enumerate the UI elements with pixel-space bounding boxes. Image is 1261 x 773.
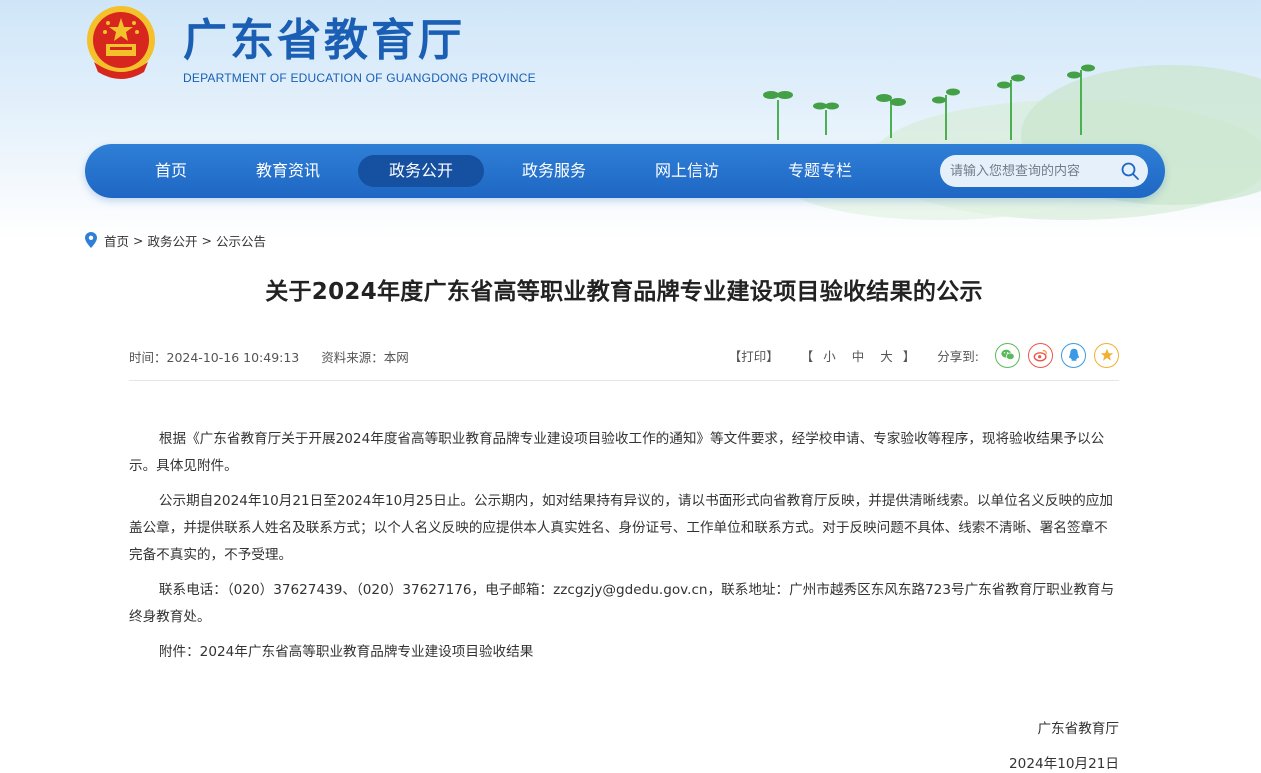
font-size-large-button[interactable]: 大 (880, 349, 893, 364)
breadcrumb-announcements-link[interactable]: 公示公告 (216, 231, 266, 250)
font-size-controls: 【 小 中 大 】 (801, 346, 916, 365)
article-paragraph: 根据《广东省教育厅关于开展2024年度省高等职业教育品牌专业建设项目验收工作的通… (129, 431, 1105, 474)
breadcrumb-separator: > (133, 232, 144, 248)
font-size-bracket-close: 】 (902, 348, 916, 364)
breadcrumb: 首页 > 政务公开 > 公示公告 (85, 231, 266, 249)
weibo-icon[interactable] (1028, 342, 1053, 368)
article-meta: 时间：2024-10-16 10:49:13 资料来源：本网 【打印】 【 小 … (129, 340, 1119, 381)
signature-organization: 广东省教育厅 (1037, 721, 1119, 737)
signature-date: 2024年10月21日 (1009, 756, 1119, 772)
search-icon[interactable] (1120, 161, 1140, 181)
favorite-star-icon[interactable] (1094, 342, 1119, 368)
national-emblem-icon (87, 6, 155, 79)
font-size-bracket-open: 【 (800, 348, 814, 364)
source: 资料来源：本网 (321, 350, 409, 365)
font-size-medium-button[interactable]: 中 (852, 349, 865, 364)
header-banner: 广东省教育厅 DEPARTMENT OF EDUCATION OF GUANGD… (0, 0, 1261, 240)
publish-time: 时间：2024-10-16 10:49:13 (129, 350, 300, 365)
location-pin-icon (85, 232, 97, 248)
font-size-small-button[interactable]: 小 (823, 349, 836, 364)
article-signature: 广东省教育厅 2024年10月21日 (1009, 716, 1119, 773)
site-title: 广东省教育厅 (183, 15, 465, 66)
share-label: 分享到: (937, 348, 979, 364)
article-paragraph: 联系电话：（020）37627439、（020）37627176，电子邮箱：zz… (129, 582, 1115, 625)
nav-item-special-topics[interactable]: 专题专栏 (757, 155, 883, 187)
site-subtitle: DEPARTMENT OF EDUCATION OF GUANGDONG PRO… (183, 71, 536, 85)
breadcrumb-government-affairs-link[interactable]: 政务公开 (148, 231, 198, 250)
search-input[interactable] (950, 155, 1115, 187)
qq-icon[interactable] (1061, 342, 1086, 368)
breadcrumb-separator: > (201, 232, 212, 248)
nav-item-home[interactable]: 首页 (108, 155, 234, 187)
nav-item-online-petition[interactable]: 网上信访 (624, 155, 750, 187)
wechat-icon[interactable] (995, 342, 1020, 368)
article-paragraph: 公示期自2024年10月21日至2024年10月25日止。公示期内，如对结果持有… (129, 493, 1113, 563)
print-button[interactable]: 【打印】 (729, 346, 779, 365)
nav-item-government-affairs-disclosure[interactable]: 政务公开 (358, 155, 484, 187)
search-box (940, 155, 1148, 187)
nav-item-government-services[interactable]: 政务服务 (491, 155, 617, 187)
article-title: 关于2024年度广东省高等职业教育品牌专业建设项目验收结果的公示 (265, 279, 983, 305)
nav-item-education-news[interactable]: 教育资讯 (225, 155, 351, 187)
decorative-hills-plants (763, 64, 1261, 220)
article-body: 根据《广东省教育厅关于开展2024年度省高等职业教育品牌专业建设项目验收工作的通… (129, 426, 1119, 674)
main-nav: 首页 教育资讯 政务公开 政务服务 网上信访 专题专栏 (85, 144, 1165, 198)
attachment-paragraph: 附件：2024年广东省高等职业教育品牌专业建设项目验收结果 (158, 644, 534, 660)
breadcrumb-home-link[interactable]: 首页 (104, 231, 129, 250)
